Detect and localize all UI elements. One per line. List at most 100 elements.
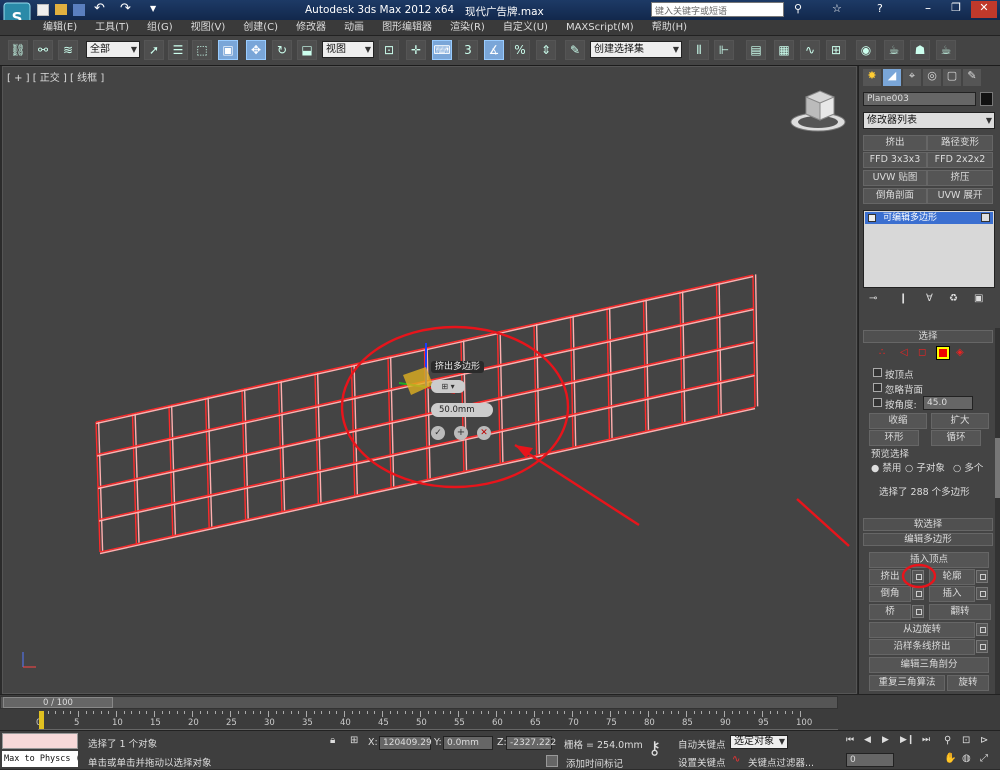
menu-tools[interactable]: 工具(T) bbox=[86, 20, 138, 36]
undo-icon[interactable]: ↶ bbox=[94, 1, 105, 16]
modifier-ffd222-button[interactable]: FFD 2x2x2 bbox=[927, 152, 993, 168]
align-icon[interactable]: ⊩ bbox=[714, 40, 734, 60]
material-editor-icon[interactable]: ◉ bbox=[856, 40, 876, 60]
tab-motion-icon[interactable]: ◎ bbox=[923, 69, 941, 86]
key-set-select[interactable]: 选定对象 bbox=[730, 735, 788, 749]
unlink-icon[interactable]: ⚯ bbox=[33, 40, 53, 60]
prev-frame-icon[interactable]: ◀︎ bbox=[864, 735, 871, 745]
binoculars-icon[interactable]: ⚲ bbox=[794, 2, 802, 15]
render-production-icon[interactable]: ☕ bbox=[936, 40, 956, 60]
bridge-button[interactable]: 桥 bbox=[869, 604, 911, 620]
panel-scrollbar[interactable] bbox=[995, 328, 1000, 694]
pivot-center-icon[interactable]: ⊡ bbox=[379, 40, 399, 60]
tab-modify-icon[interactable]: ◢ bbox=[883, 69, 901, 86]
play-icon[interactable]: ▶︎ bbox=[882, 735, 889, 745]
select-by-name-icon[interactable]: ☰ bbox=[168, 40, 188, 60]
hinge-settings-button[interactable] bbox=[976, 623, 988, 636]
modifier-list-select[interactable]: 修改器列表 bbox=[863, 112, 995, 129]
caddy-cancel-button[interactable]: ✕ bbox=[477, 426, 491, 440]
retriangulate-button[interactable]: 重复三角算法 bbox=[869, 675, 945, 691]
object-color-swatch[interactable] bbox=[980, 92, 993, 106]
set-key-button[interactable]: 设置关键点 bbox=[678, 755, 726, 769]
show-end-result-icon[interactable]: ❙ bbox=[899, 293, 907, 304]
reference-coord-select[interactable]: 视图 bbox=[322, 41, 374, 58]
menu-edit[interactable]: 编辑(E) bbox=[34, 20, 86, 36]
key-filters-icon[interactable]: ∿ bbox=[732, 754, 740, 765]
caddy-extrude-type-select[interactable]: ⊞ ▾ bbox=[431, 380, 465, 393]
mirror-icon[interactable]: ⫴ bbox=[689, 40, 709, 60]
add-time-tag-label[interactable]: 添加时间标记 bbox=[566, 756, 623, 770]
selection-filter-select[interactable]: 全部 bbox=[86, 41, 140, 58]
maxscript-mini-listener[interactable]: Max to Physcs ( bbox=[2, 751, 78, 767]
keyboard-shortcut-override-icon[interactable]: ⌨ bbox=[432, 40, 452, 60]
modifier-stack-list[interactable]: 可编辑多边形 bbox=[863, 210, 995, 288]
zoom-icon[interactable]: ⚲ bbox=[944, 735, 951, 746]
time-slider-thumb[interactable]: 0 / 100 bbox=[3, 697, 113, 708]
ignore-backfacing-checkbox[interactable] bbox=[873, 383, 882, 392]
menu-modifiers[interactable]: 修改器 bbox=[287, 20, 335, 36]
snaps-toggle-icon[interactable]: 3 bbox=[458, 40, 478, 60]
zoom-extents-icon[interactable]: ⊡ bbox=[962, 735, 970, 746]
time-tag-icon[interactable] bbox=[546, 755, 558, 767]
loop-button[interactable]: 循环 bbox=[931, 430, 981, 446]
rollout-selection-header[interactable]: 选择 bbox=[863, 330, 993, 343]
modifier-ffd333-button[interactable]: FFD 3x3x3 bbox=[863, 152, 927, 168]
stack-expand-icon[interactable] bbox=[868, 214, 876, 222]
time-cursor[interactable] bbox=[39, 711, 44, 729]
quick-access-open-icon[interactable] bbox=[55, 4, 67, 15]
caddy-height-field[interactable]: 50.0mm bbox=[431, 403, 493, 417]
maximize-viewport-icon[interactable]: ⤢ bbox=[980, 753, 988, 764]
tab-display-icon[interactable]: ▢ bbox=[943, 69, 961, 86]
edit-named-selection-icon[interactable]: ✎ bbox=[565, 40, 585, 60]
extrude-spline-settings-button[interactable] bbox=[976, 640, 988, 653]
element-mode-icon[interactable]: ◈ bbox=[956, 347, 964, 358]
edit-triangulation-button[interactable]: 编辑三角剖分 bbox=[869, 657, 989, 673]
key-filters-button[interactable]: 关键点过滤器... bbox=[748, 755, 814, 769]
menu-graph-editors[interactable]: 图形编辑器 bbox=[373, 20, 441, 36]
menu-animation[interactable]: 动画 bbox=[335, 20, 373, 36]
modifier-squeeze-button[interactable]: 挤压 bbox=[927, 170, 993, 186]
redo-icon[interactable]: ↷ bbox=[120, 1, 131, 16]
caddy-apply-button[interactable]: + bbox=[454, 426, 468, 440]
turn-button[interactable]: 旋转 bbox=[947, 675, 989, 691]
tab-create-icon[interactable]: ✸ bbox=[863, 69, 881, 86]
caddy-ok-button[interactable]: ✓ bbox=[431, 426, 445, 440]
rendered-frame-icon[interactable]: ☗ bbox=[910, 40, 930, 60]
flip-button[interactable]: 翻转 bbox=[929, 604, 991, 620]
graphite-ribbon-icon[interactable]: ▦ bbox=[774, 40, 794, 60]
absolute-mode-icon[interactable]: ⊞ bbox=[350, 735, 358, 746]
pan-view-icon[interactable]: ✋ bbox=[944, 753, 956, 764]
select-scale-icon[interactable]: ⬓ bbox=[297, 40, 317, 60]
angle-snap-icon[interactable]: ∡ bbox=[484, 40, 504, 60]
preview-off-radio[interactable]: ● 禁用 bbox=[871, 460, 901, 474]
close-button[interactable]: ✕ bbox=[971, 1, 997, 18]
set-key-icon[interactable]: ⚷ bbox=[648, 738, 661, 759]
select-object-icon[interactable]: ➚ bbox=[144, 40, 164, 60]
modifier-uvw-map-button[interactable]: UVW 贴图 bbox=[863, 170, 927, 186]
menu-create[interactable]: 创建(C) bbox=[234, 20, 287, 36]
menu-views[interactable]: 视图(V) bbox=[182, 20, 235, 36]
extrude-along-spline-button[interactable]: 沿样条线挤出 bbox=[869, 639, 975, 655]
curve-editor-icon[interactable]: ∿ bbox=[800, 40, 820, 60]
make-unique-icon[interactable]: ∀ bbox=[926, 293, 933, 304]
next-frame-icon[interactable]: ▶︎❙ bbox=[900, 735, 914, 745]
spinner-snap-icon[interactable]: ⇕ bbox=[536, 40, 556, 60]
track-bar[interactable]: 0510152025303540455055606570758085909510… bbox=[36, 711, 838, 730]
by-angle-checkbox[interactable] bbox=[873, 398, 882, 407]
hinge-from-edge-button[interactable]: 从边旋转 bbox=[869, 622, 975, 638]
shrink-button[interactable]: 收缩 bbox=[869, 413, 927, 429]
schematic-view-icon[interactable]: ⊞ bbox=[826, 40, 846, 60]
bind-space-warp-icon[interactable]: ≋ bbox=[58, 40, 78, 60]
y-coord-field[interactable]: 0.0mm bbox=[443, 736, 493, 750]
help-icon[interactable]: ? bbox=[877, 2, 883, 15]
vertex-mode-icon[interactable]: ∴ bbox=[879, 347, 885, 358]
menu-customize[interactable]: 自定义(U) bbox=[494, 20, 557, 36]
maximize-button[interactable]: ❐ bbox=[943, 1, 969, 18]
viewport-front[interactable]: [ + ] [ 正交 ] [ 线框 ] 挤出多边形 ⊞ ▾ 50.0mm ✓ +… bbox=[2, 66, 857, 694]
minimize-button[interactable]: – bbox=[915, 1, 941, 18]
ring-button[interactable]: 环形 bbox=[869, 430, 919, 446]
menu-maxscript[interactable]: MAXScript(M) bbox=[557, 20, 643, 36]
border-mode-icon[interactable]: ◻ bbox=[918, 347, 926, 358]
menu-rendering[interactable]: 渲染(R) bbox=[441, 20, 494, 36]
goto-start-icon[interactable]: ⏮ bbox=[846, 735, 854, 745]
